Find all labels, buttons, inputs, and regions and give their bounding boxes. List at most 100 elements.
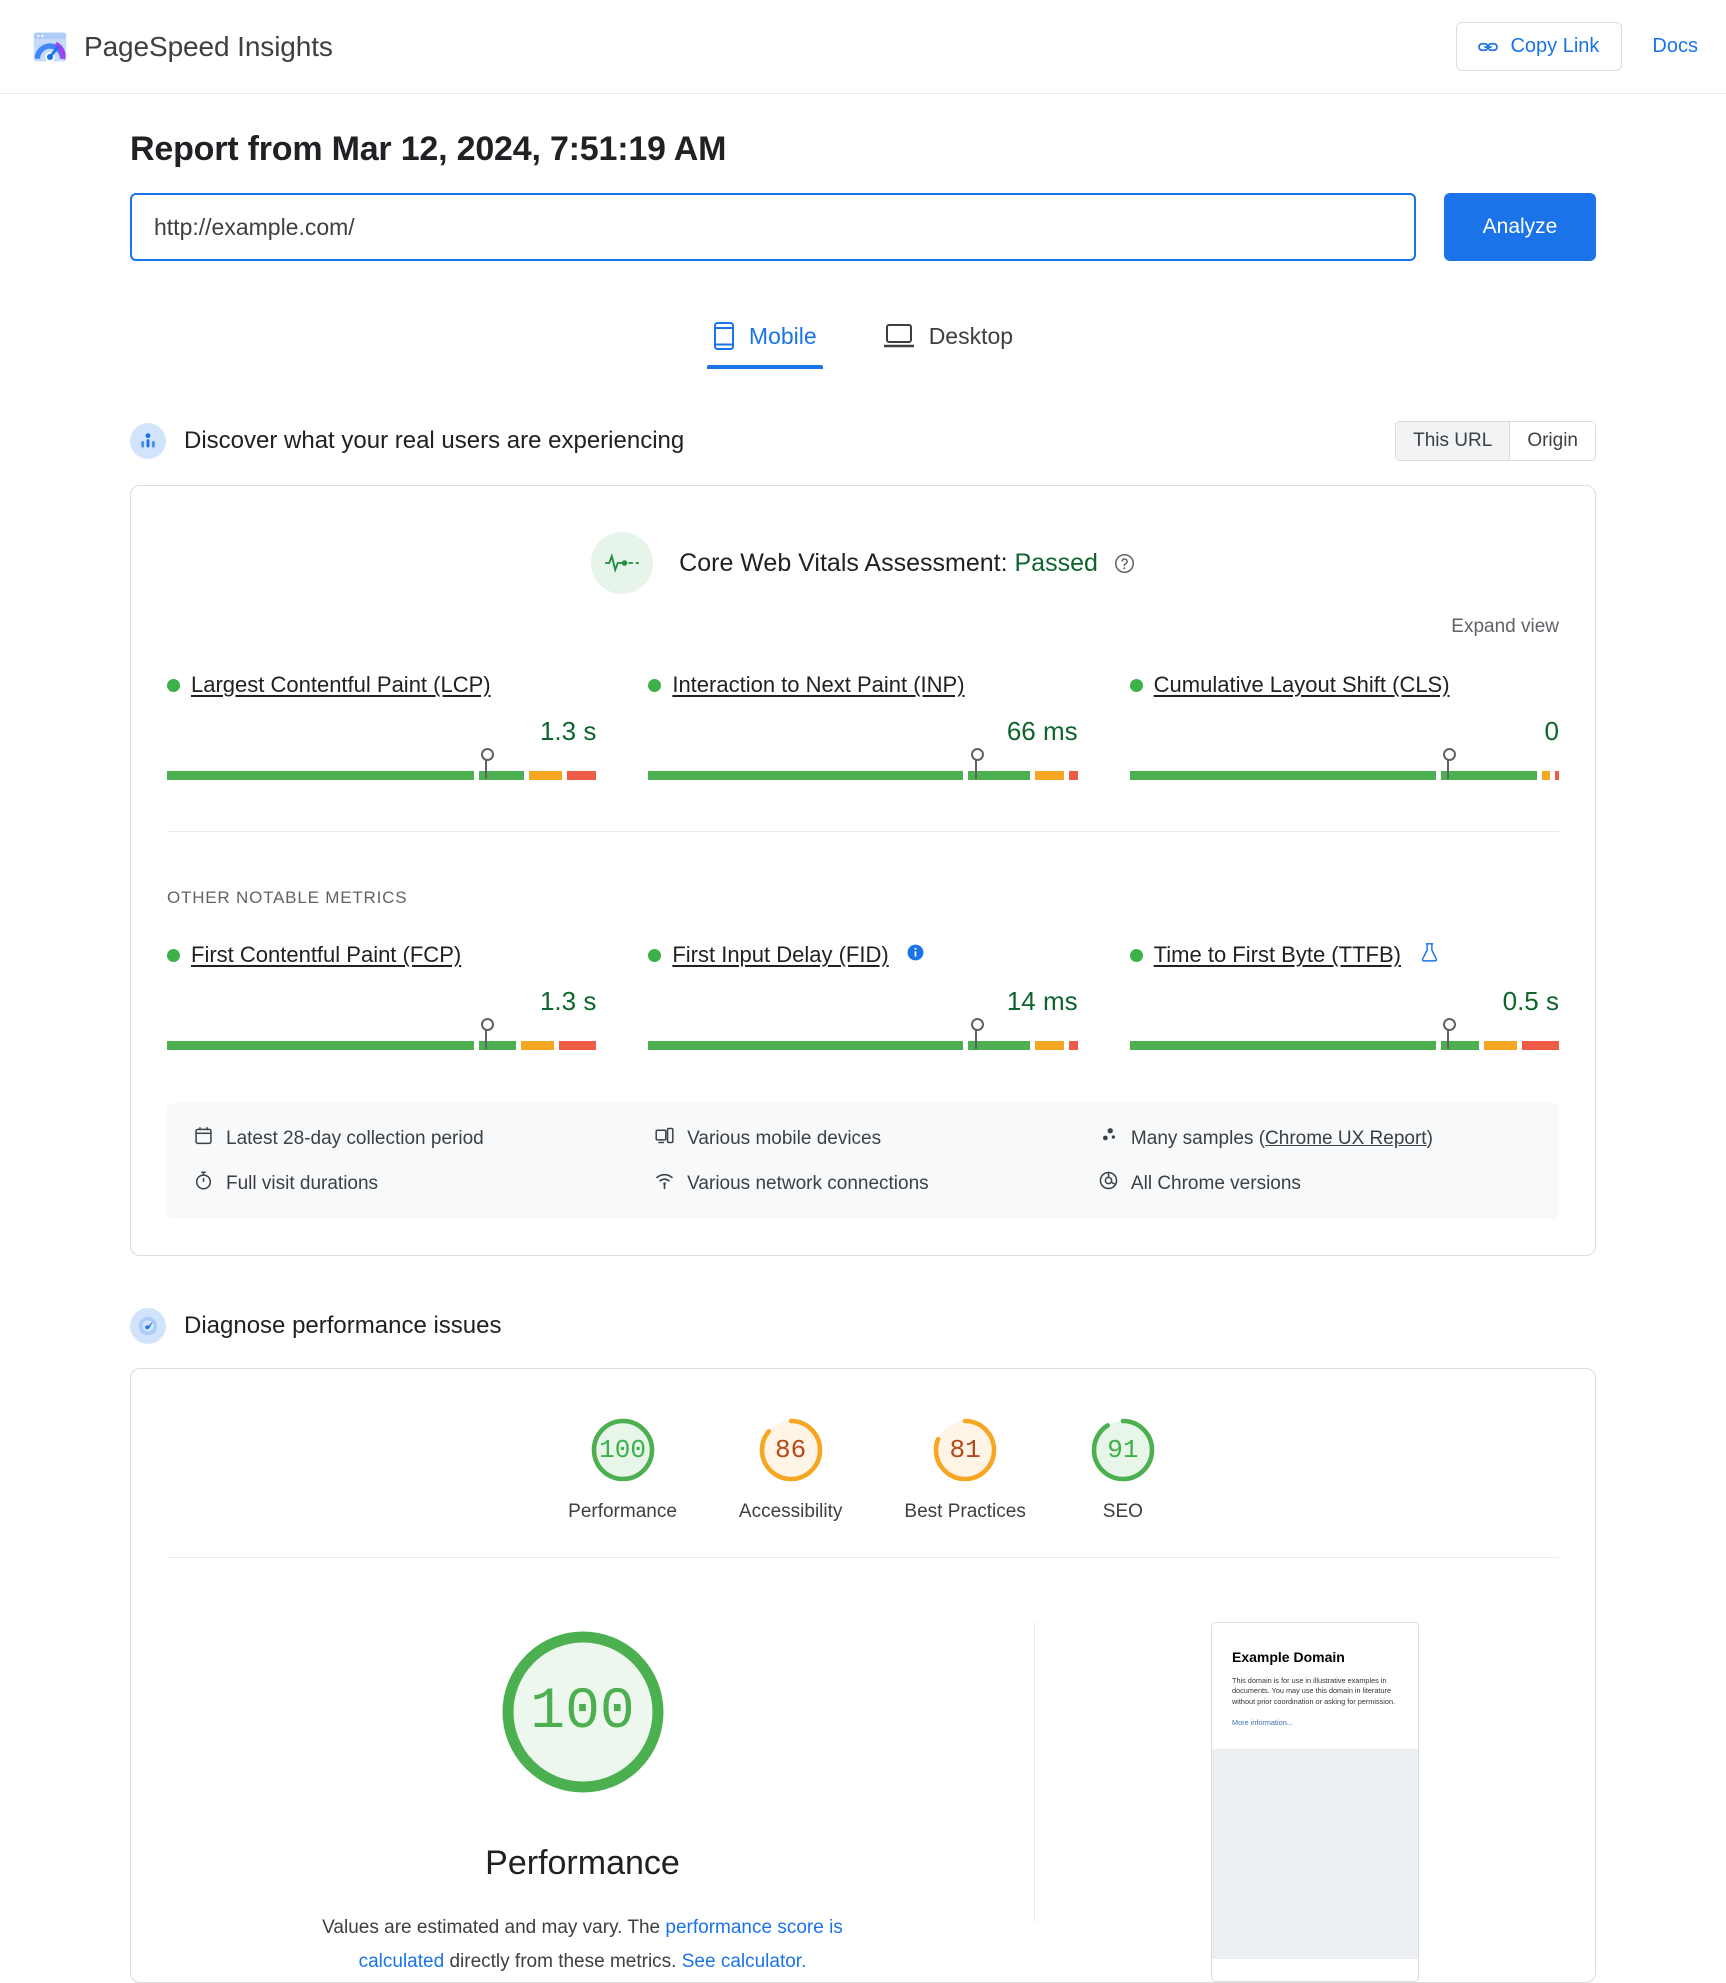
footnote-text: Full visit durations [226,1172,379,1194]
performance-gauge-label: Performance [485,1844,680,1882]
footnote-text: Various mobile devices [687,1127,882,1149]
collection-details: Latest 28-day collection period Various … [167,1103,1559,1219]
core-metrics-grid: Largest Contentful Paint (LCP) 1.3 s Int… [131,638,1595,787]
gauge-ring: 100 [588,1415,658,1485]
cwv-assessment-header: Core Web Vitals Assessment: Passed [131,486,1595,594]
network-icon [654,1170,675,1197]
metric-cls: Cumulative Layout Shift (CLS) 0 [1129,672,1559,787]
scope-toggle: This URL Origin [1395,421,1596,461]
footnote-text: All Chrome versions [1130,1172,1301,1194]
thumbnail-heading: Example Domain [1232,1649,1345,1665]
metric-inp-header: Interaction to Next Paint (INP) [648,672,1077,698]
metric-ttfb-value: 0.5 s [1502,986,1559,1016]
see-calculator-link[interactable]: See calculator. [682,1951,807,1972]
category-score-performance[interactable]: 100 Performance [568,1415,677,1523]
metric-cls-header: Cumulative Layout Shift (CLS) [1129,672,1559,698]
thumbnail-paragraph: This domain is for use in illustrative e… [1232,1676,1396,1706]
metric-fcp-bar [167,1018,597,1057]
category-score-label: Accessibility [738,1501,843,1522]
tab-desktop-label: Desktop [928,322,1014,349]
footnote-collection-period: Latest 28-day collection period [193,1125,654,1152]
category-score-value: 86 [775,1435,807,1465]
metric-fcp-name[interactable]: First Contentful Paint (FCP) [191,942,461,968]
category-score-best-practices[interactable]: 81 Best Practices [904,1415,1026,1523]
category-score-accessibility[interactable]: 86 Accessibility [739,1415,842,1523]
help-icon[interactable] [1105,549,1135,577]
link-icon [1477,36,1499,58]
brand: PageSpeed Insights [32,29,333,65]
footnote-text: Many samples (Chrome UX Report) [1131,1128,1433,1150]
distribution-bar [648,771,1078,780]
real-users-icon [130,423,166,459]
status-dot-good [648,948,662,962]
metrics-divider [167,831,1559,832]
status-dot-good [167,678,180,692]
metric-fid: First Input Delay (FID) 14 ms [648,942,1078,1057]
value-needle [480,748,494,779]
app-title: PageSpeed Insights [84,30,333,62]
url-input[interactable] [130,193,1416,261]
status-dot-good [648,678,662,692]
metric-cls-name[interactable]: Cumulative Layout Shift (CLS) [1154,672,1450,698]
expand-view-link[interactable]: Expand view [1451,616,1559,638]
distribution-bar [1129,771,1559,780]
metric-cls-value: 0 [1544,716,1559,746]
mobile-icon [713,321,735,351]
category-score-label: Best Practices [904,1501,1026,1522]
metric-ttfb-name[interactable]: Time to First Byte (TTFB) [1154,942,1401,968]
tab-desktop[interactable]: Desktop [877,313,1019,369]
distribution-bar [1129,1041,1559,1050]
metric-fid-name[interactable]: First Input Delay (FID) [672,942,888,968]
scope-origin[interactable]: Origin [1509,422,1595,460]
tab-mobile[interactable]: Mobile [706,313,823,369]
metric-fid-header: First Input Delay (FID) [648,942,1077,968]
chrome-ux-report-link[interactable]: Chrome UX Report [1265,1128,1427,1149]
metric-lcp-bar [167,748,597,787]
page-screenshot-thumbnail: Example Domain This domain is for use in… [1211,1622,1419,1982]
page-screenshot-block: Example Domain This domain is for use in… [1035,1622,1595,1982]
value-needle [970,1018,984,1049]
app-header: PageSpeed Insights Copy Link Docs [0,0,1726,94]
metric-ttfb-header: Time to First Byte (TTFB) [1129,942,1559,968]
lighthouse-card: 100 Performance 86 Accessibility 81 Best… [130,1368,1596,1983]
info-icon[interactable] [900,943,925,967]
metric-inp: Interaction to Next Paint (INP) 66 ms [648,672,1078,787]
device-tabs: Mobile Desktop [130,313,1596,369]
gauge-ring: 91 [1088,1415,1158,1485]
value-needle [1443,1018,1457,1049]
field-data-section-header: Discover what your real users are experi… [130,421,1596,461]
expand-view-row: Expand view [131,594,1595,638]
value-needle [1443,748,1457,779]
diagnose-icon [130,1308,166,1344]
category-score-seo[interactable]: 91 SEO [1088,1415,1158,1523]
metric-lcp: Largest Contentful Paint (LCP) 1.3 s [167,672,597,787]
status-dot-good [1129,678,1143,692]
devices-icon [654,1125,675,1152]
performance-note: Values are estimated and may vary. The p… [283,1911,883,1979]
metric-inp-name[interactable]: Interaction to Next Paint (INP) [672,672,964,698]
thumbnail-content: Example Domain This domain is for use in… [1212,1623,1418,1750]
scope-this-url[interactable]: This URL [1396,422,1510,460]
metric-fcp-header: First Contentful Paint (FCP) [167,942,596,968]
cwv-assessment-status: Passed [1014,548,1098,577]
docs-link[interactable]: Docs [1652,35,1698,58]
gauge-ring: 81 [930,1415,1000,1485]
copy-link-label: Copy Link [1510,35,1600,57]
footnote-devices: Various mobile devices [654,1125,1098,1152]
footnote-visit-durations: Full visit durations [193,1170,654,1197]
metric-fcp-value: 1.3 s [539,986,597,1016]
metric-cls-bar [1129,748,1559,787]
metric-fcp: First Contentful Paint (FCP) 1.3 s [167,942,597,1057]
other-metrics-label: OTHER NOTABLE METRICS [167,888,408,907]
metric-lcp-name[interactable]: Largest Contentful Paint (LCP) [191,672,491,698]
chrome-icon [1098,1170,1119,1197]
category-score-label: Performance [568,1501,677,1522]
lab-data-section-header: Diagnose performance issues [130,1308,1596,1344]
category-score-value: 91 [1107,1435,1139,1465]
lab-data-title: Diagnose performance issues [184,1312,502,1339]
copy-link-button[interactable]: Copy Link [1456,22,1623,71]
analyze-button[interactable]: Analyze [1444,193,1596,261]
value-needle [480,1018,494,1049]
performance-note-prefix: Values are estimated and may vary. The [322,1917,666,1938]
metric-ttfb: Time to First Byte (TTFB) 0.5 s [1129,942,1559,1057]
